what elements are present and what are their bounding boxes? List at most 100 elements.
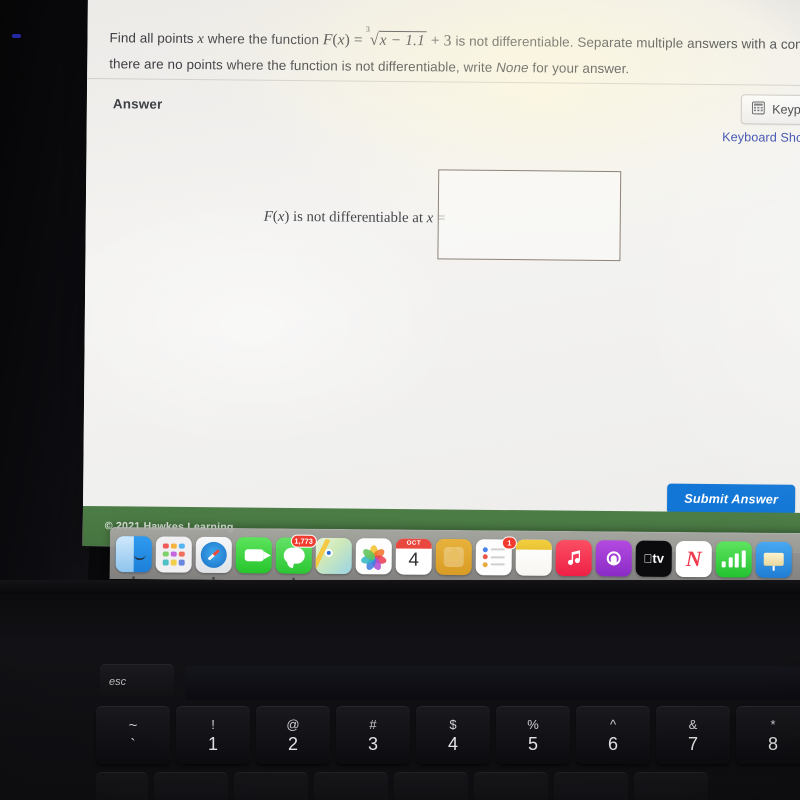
dock-item-safari[interactable]: [195, 536, 232, 580]
dock-item-launchpad[interactable]: [155, 535, 192, 573]
question-text: Find all points x where the function F(x…: [109, 24, 800, 82]
key-backtick[interactable]: ~ `: [96, 706, 170, 764]
key-2[interactable]: @ 2: [256, 706, 330, 764]
answer-prompt-var: x: [426, 210, 434, 227]
key-w[interactable]: W: [234, 772, 308, 800]
key-base-char: 8: [767, 733, 778, 754]
question-line1-after: is not differentiable. Separate multiple…: [455, 33, 800, 53]
radical-index: 3: [365, 24, 371, 34]
key-5[interactable]: % 5: [496, 706, 570, 764]
key-base-char: 1: [207, 733, 218, 754]
key-y[interactable]: Y: [554, 772, 628, 800]
finder-icon: [115, 535, 152, 572]
dock-item-calendar[interactable]: OCT 4: [395, 537, 432, 575]
dock-item-news[interactable]: N: [675, 540, 712, 577]
touch-bar[interactable]: [185, 666, 800, 700]
key-q[interactable]: Q: [154, 772, 228, 800]
answer-prompt-fn: F: [263, 208, 273, 225]
key-1[interactable]: ! 1: [176, 706, 250, 764]
plus-three-term: + 3: [430, 32, 452, 50]
laptop-screen: Find all points x where the function F(x…: [82, 0, 800, 554]
key-base-char: 3: [367, 733, 378, 754]
question-variable-x: x: [197, 31, 205, 48]
answer-prompt-text: is not differentiable at: [292, 208, 424, 227]
tv-label: tv: [647, 550, 664, 566]
dock-item-reminders[interactable]: 1: [475, 535, 517, 576]
cube-root-radical: 3 √x − 1.1: [366, 25, 427, 55]
messages-badge-count: 1,773: [290, 534, 317, 548]
keypad-button[interactable]: Keypad: [740, 94, 800, 126]
music-icon: [555, 539, 592, 576]
key-r[interactable]: R: [394, 772, 468, 800]
key-esc[interactable]: esc: [100, 664, 174, 700]
question-line1-before: Find all points: [109, 30, 194, 47]
function-expression: F(x) = 3 √x − 1.1 + 3: [322, 25, 456, 50]
numbers-icon: [715, 540, 752, 578]
key-3[interactable]: # 3: [336, 706, 410, 764]
submit-answer-button[interactable]: Submit Answer: [667, 483, 796, 515]
key-8[interactable]: * 8: [736, 706, 800, 764]
key-u[interactable]: U: [634, 772, 708, 800]
dock-item-notes[interactable]: [515, 539, 552, 576]
keyboard-shortcuts-link[interactable]: Keyboard Shortcuts: [722, 130, 800, 145]
function-paren-close: ): [344, 31, 351, 49]
keyboard-letter-row: Q W E R T Y U: [96, 772, 800, 800]
music-note-glyph: [567, 550, 580, 565]
dock-item-apple-tv[interactable]: tv: [635, 540, 672, 577]
bar-chart-glyph: [721, 550, 746, 568]
calendar-icon: OCT 4: [395, 537, 432, 575]
screen-edge-highlight: [12, 34, 21, 38]
key-shift-char: &: [688, 716, 698, 732]
running-indicator: [132, 575, 136, 579]
calendar-day: 4: [408, 549, 420, 571]
key-shift-char: ~: [128, 717, 138, 734]
dock-item-maps[interactable]: [315, 537, 352, 574]
dock-item-podcasts[interactable]: [595, 539, 632, 577]
key-base-char: 7: [687, 733, 698, 754]
key-base-char: 5: [527, 733, 538, 754]
equals-sign: =: [353, 31, 363, 49]
key-shift-char: $: [449, 716, 457, 732]
laptop-hinge: [0, 580, 800, 594]
apple-logo-glyph: : [643, 551, 652, 565]
key-shift-char: ^: [609, 716, 617, 732]
key-tab[interactable]: [96, 772, 148, 800]
answer-prompt-expression: F(x) is not differentiable at x =: [264, 209, 446, 228]
key-base-char: 6: [607, 733, 618, 754]
news-letter-glyph: N: [685, 545, 702, 571]
answer-work-area: F(x) is not differentiable at x =: [83, 144, 800, 473]
dock-item-contacts[interactable]: [435, 538, 472, 575]
key-t[interactable]: T: [474, 772, 548, 800]
podcasts-icon: [595, 539, 632, 577]
answer-input-box[interactable]: [437, 169, 622, 262]
function-name: F: [322, 31, 333, 49]
dock-item-keynote[interactable]: [755, 541, 792, 578]
podcast-antenna-glyph: [606, 550, 621, 565]
question-line2-after: for your answer.: [532, 59, 630, 76]
dock-item-facetime[interactable]: [235, 536, 272, 573]
key-shift-char: *: [770, 716, 776, 732]
news-icon: N: [675, 540, 712, 577]
facetime-icon: [235, 536, 272, 573]
answer-prompt-paren-close: ): [284, 208, 290, 225]
video-camera-glyph: [244, 548, 264, 561]
dock-item-photos[interactable]: [355, 537, 392, 574]
key-base-char: 4: [447, 733, 458, 754]
browser-page: Find all points x where the function F(x…: [82, 0, 800, 554]
key-4[interactable]: $ 4: [416, 706, 490, 764]
safari-needle: [207, 548, 221, 561]
question-line2-before: there are no points where the function i…: [109, 55, 493, 75]
dock-item-finder[interactable]: [115, 535, 152, 579]
laptop-photo: Find all points x where the function F(x…: [0, 0, 800, 800]
notes-header-strip: [515, 539, 552, 550]
key-7[interactable]: & 7: [656, 706, 730, 764]
key-shift-char: #: [369, 716, 377, 732]
key-6[interactable]: ^ 6: [576, 706, 650, 764]
dock-item-numbers[interactable]: [715, 540, 752, 578]
key-e[interactable]: E: [314, 772, 388, 800]
key-shift-char: %: [527, 716, 539, 732]
keynote-icon: [755, 541, 792, 578]
dock-item-music[interactable]: [555, 539, 592, 576]
radical-sign: √: [369, 31, 379, 49]
dock-item-messages[interactable]: 1,773: [275, 534, 317, 581]
